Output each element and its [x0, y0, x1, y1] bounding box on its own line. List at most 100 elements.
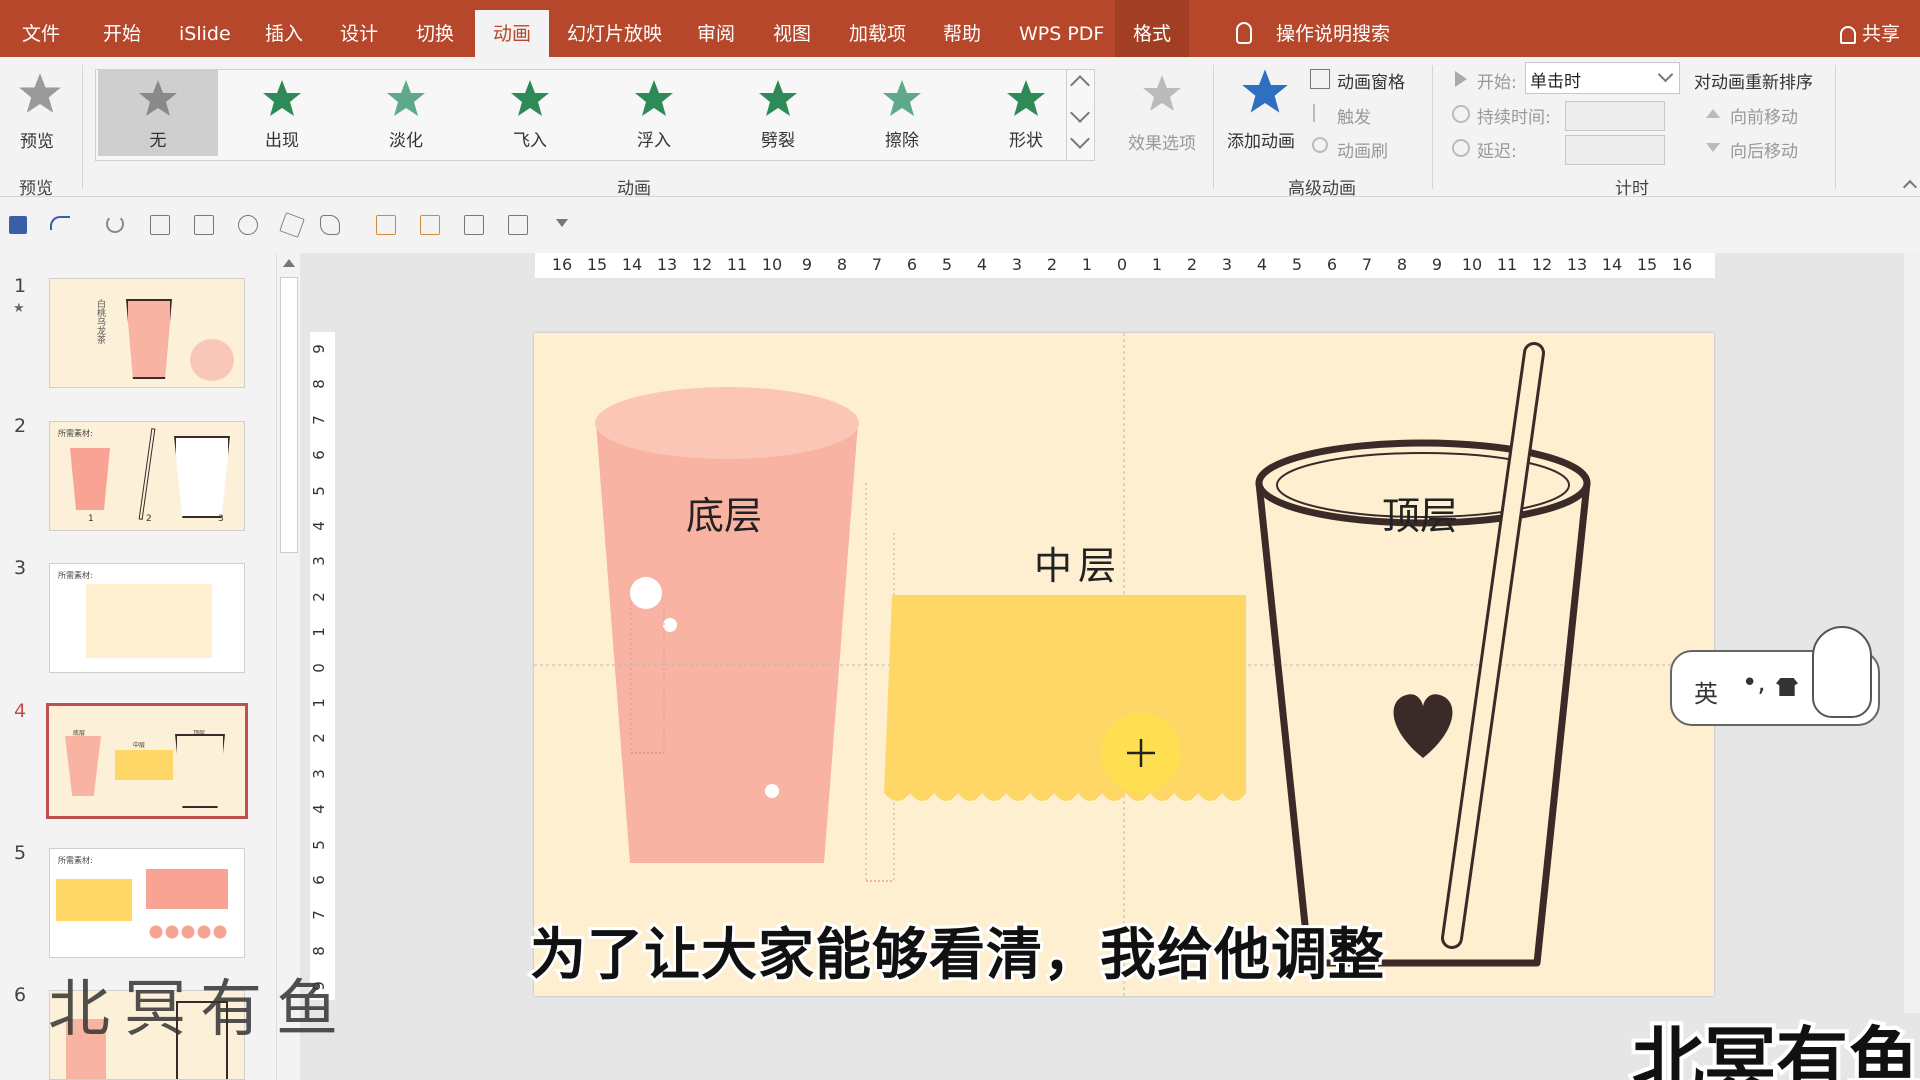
anim-split[interactable]: 劈裂	[718, 70, 838, 156]
heart-icon	[1393, 694, 1453, 758]
menu-addins[interactable]: 加载项	[849, 0, 906, 57]
anim-none[interactable]: 无	[98, 70, 218, 156]
slide-thumbnail-4[interactable]: 底层 中层 顶层	[46, 703, 248, 819]
animation-painter-button[interactable]: 动画刷	[1337, 137, 1388, 162]
ruler-tick-label: 3	[1221, 255, 1233, 274]
ruler-tick-label: 1	[1151, 255, 1163, 274]
menu-home[interactable]: 开始	[103, 0, 141, 57]
ruler-tick-label: 11	[1496, 255, 1518, 274]
move-later-button[interactable]: 向后移动	[1730, 137, 1798, 162]
ruler-tick-label: 5	[309, 485, 328, 496]
shape-icon[interactable]	[238, 215, 258, 235]
menubar: 文件 开始 iSlide 插入 设计 切换 动画 幻灯片放映 审阅 视图 加载项…	[0, 0, 1920, 57]
more-icon[interactable]	[1070, 129, 1090, 149]
menu-wps-pdf[interactable]: WPS PDF	[1019, 0, 1104, 57]
share-button[interactable]: 共享	[1862, 0, 1900, 57]
preview-star-icon	[19, 73, 61, 113]
middle-layer-label: 中层	[1034, 544, 1123, 588]
slide-thumbnail-3[interactable]: 所需素材:	[49, 563, 245, 673]
menu-view[interactable]: 视图	[773, 0, 811, 57]
bring-forward-icon[interactable]	[376, 215, 396, 235]
menu-insert[interactable]: 插入	[265, 0, 303, 57]
thumb4-label: 中层	[133, 742, 146, 749]
preview-label: 预览	[20, 132, 54, 152]
send-backward-icon[interactable]	[420, 215, 440, 235]
anim-none-label: 无	[149, 131, 167, 151]
add-animation-button[interactable]: 添加动画	[1225, 65, 1305, 165]
clock-icon	[1452, 139, 1470, 157]
menu-help[interactable]: 帮助	[943, 0, 981, 57]
menu-slideshow[interactable]: 幻灯片放映	[567, 0, 662, 57]
anim-fade[interactable]: 淡化	[346, 70, 466, 156]
slide-artwork	[534, 333, 1714, 996]
save-icon[interactable]	[9, 216, 27, 234]
format-painter-icon[interactable]	[279, 212, 305, 238]
thumb2-straw	[138, 428, 156, 520]
search-box[interactable]: 操作说明搜索	[1276, 0, 1390, 57]
add-animation-icon	[1242, 69, 1288, 113]
fill-icon[interactable]	[320, 215, 340, 235]
move-earlier-button[interactable]: 向前移动	[1730, 103, 1798, 128]
thumb4-pink-cup	[65, 736, 101, 796]
menu-format[interactable]: 格式	[1115, 0, 1190, 57]
slide-thumbnail-2[interactable]: 所需素材: 1 2 3	[49, 421, 245, 531]
menu-islide[interactable]: iSlide	[179, 0, 231, 57]
preview-button[interactable]: 预览	[10, 67, 70, 167]
animation-pane-button[interactable]: 动画窗格	[1337, 68, 1405, 93]
collapse-ribbon-icon[interactable]	[1902, 179, 1918, 195]
appear-star-icon	[263, 80, 301, 116]
effect-options-button[interactable]: 效果选项	[1120, 69, 1210, 169]
duration-label: 持续时间:	[1477, 108, 1551, 128]
bottom-layer-label: 底层	[686, 494, 763, 538]
anim-fly-in[interactable]: 飞入	[470, 70, 590, 156]
slide-canvas[interactable]: 底层 中层 顶层	[534, 333, 1714, 996]
ime-status-widget[interactable]: 英 •,	[1670, 626, 1880, 726]
gallery-scroll[interactable]	[1066, 70, 1094, 160]
ruler-tick-label: 1	[1081, 255, 1093, 274]
anim-float-in[interactable]: 浮入	[594, 70, 714, 156]
ruler-tick-label: 5	[1291, 255, 1303, 274]
customize-qat-icon[interactable]	[556, 219, 568, 227]
thumb1-peach	[190, 339, 234, 381]
trigger-button[interactable]: 触发	[1337, 103, 1371, 128]
textbox-icon[interactable]	[150, 215, 170, 235]
chevron-up-icon[interactable]	[1070, 75, 1090, 95]
redo-icon[interactable]	[106, 215, 124, 233]
start-dropdown[interactable]: 单击时	[1525, 62, 1680, 94]
thumb3-rect	[86, 584, 212, 658]
top-layer-label: 顶层	[1382, 494, 1459, 538]
ruler-tick-label: 8	[1396, 255, 1408, 274]
menu-design[interactable]: 设计	[340, 0, 378, 57]
scroll-thumb[interactable]	[280, 277, 298, 553]
menu-file[interactable]: 文件	[22, 0, 60, 57]
anim-wipe[interactable]: 擦除	[842, 70, 962, 156]
duration-spinner[interactable]	[1650, 103, 1662, 129]
float-in-star-icon	[635, 80, 673, 116]
editor-scrollbar[interactable]	[1904, 253, 1920, 1013]
menu-transitions[interactable]: 切换	[416, 0, 454, 57]
anim-appear[interactable]: 出现	[222, 70, 342, 156]
delay-field[interactable]	[1565, 135, 1665, 165]
triangle-up-icon	[1706, 109, 1720, 118]
align-icon[interactable]	[508, 215, 528, 235]
ruler-tick-label: 6	[906, 255, 918, 274]
chevron-down-icon[interactable]	[1070, 103, 1090, 123]
crop-icon[interactable]	[194, 215, 214, 235]
ruler-tick-label: 3	[1011, 255, 1023, 274]
slide-number: 5	[14, 842, 27, 864]
menu-animations[interactable]: 动画	[475, 10, 550, 57]
group-icon[interactable]	[464, 215, 484, 235]
slide-thumbnail-5[interactable]: 所需素材:	[49, 848, 245, 958]
thumb-scrollbar[interactable]	[276, 253, 300, 1080]
vertical-ruler: 9876543210123456789	[310, 332, 335, 1000]
ruler-tick-label: 3	[309, 556, 328, 567]
ruler-tick-label: 2	[309, 592, 328, 602]
scroll-up-icon[interactable]	[283, 259, 295, 267]
video-subtitle: 为了让大家能够看清，我给他调整	[527, 920, 1387, 991]
thumb5-yellow	[56, 879, 132, 921]
slide-number: 1	[14, 275, 27, 297]
undo-icon[interactable]	[50, 216, 70, 230]
slide-thumbnail-1[interactable]: 白桃乌龙茶	[49, 278, 245, 388]
menu-review[interactable]: 审阅	[697, 0, 735, 57]
slide-number: 6	[14, 984, 27, 1006]
